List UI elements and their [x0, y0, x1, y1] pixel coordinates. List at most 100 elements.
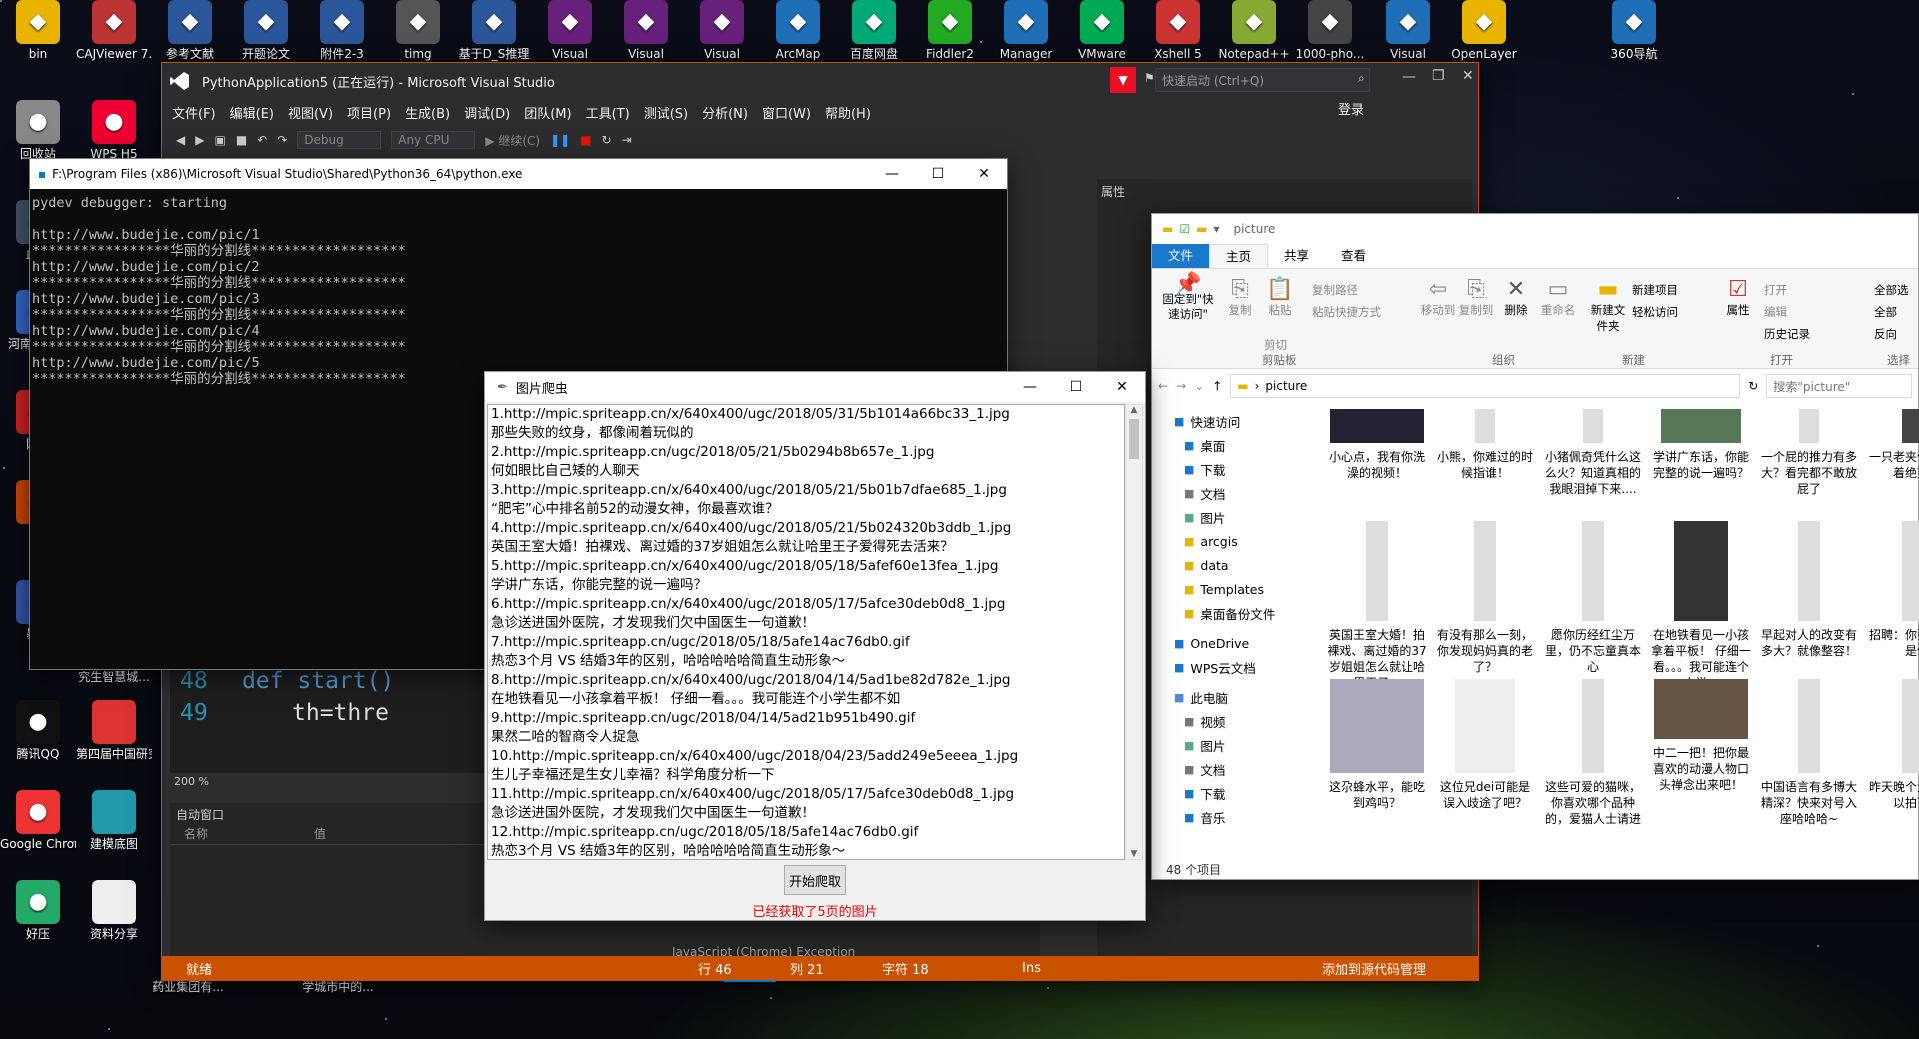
rename-button[interactable]: ▭ 重命名 — [1538, 277, 1578, 318]
desktop-icon[interactable]: 资料分享 — [76, 880, 152, 941]
new-folder-icon[interactable]: ▬ — [1196, 222, 1207, 236]
properties-button[interactable]: ☑ 属性 — [1720, 277, 1756, 318]
desktop-icon[interactable]: ◆ Visual — [608, 0, 684, 61]
desktop-icon[interactable]: ◆ Visual — [1370, 0, 1446, 61]
desktop-icon[interactable]: ◆ ArcMap — [760, 0, 836, 61]
desktop-icon[interactable]: 第四届中国研究生智慧城... — [76, 700, 152, 761]
desktop-icon[interactable]: ◆ 基于D_S推理 — [456, 0, 532, 61]
stop-icon[interactable]: ■ — [580, 133, 591, 147]
forward-icon[interactable]: ▶ — [195, 133, 204, 147]
invert-selection-button[interactable]: 反向 — [1874, 323, 1909, 345]
chevron-down-icon[interactable]: ⌄ — [1194, 379, 1204, 393]
desktop-icon[interactable]: ◆ VMware — [1064, 0, 1140, 61]
history-button[interactable]: 历史记录 — [1764, 323, 1810, 345]
vs-titlebar[interactable]: PythonApplication5 (正在运行) - Microsoft Vi… — [162, 63, 1478, 99]
desktop-icon[interactable]: ◆ 附件2-3 — [304, 0, 380, 61]
close-button[interactable]: ✕ — [961, 159, 1007, 189]
new-item-button[interactable]: 新建项目 — [1632, 279, 1678, 301]
nav-item[interactable]: ■ data — [1152, 553, 1322, 577]
desktop-icon[interactable]: ● 腾讯QQ — [0, 700, 76, 761]
menu-item[interactable]: 生成(B) — [405, 103, 450, 122]
open-button[interactable]: 打开 — [1764, 279, 1810, 301]
close-button[interactable]: ✕ — [1099, 372, 1145, 402]
copy-button[interactable]: ⎘ 复制 — [1222, 277, 1258, 318]
result-scrollbar[interactable]: ▲ ▼ — [1125, 404, 1143, 860]
console-titlebar[interactable]: ▪ F:\Program Files (x86)\Microsoft Visua… — [30, 159, 1007, 189]
file-explorer-window[interactable]: ▬ ☑ ▬ ▾ picture 文件 主页 共享 查看 📌 固定到"快速访问" ⎘ 复制 … — [1151, 213, 1919, 880]
file-item[interactable]: 这尕蜂水平，能吃到鸡吗？ — [1327, 679, 1427, 811]
forward-icon[interactable]: → — [1176, 379, 1186, 393]
nav-item[interactable]: ■ 视频 — [1152, 709, 1322, 733]
scroll-thumb[interactable] — [1129, 419, 1139, 459]
chevron-down-icon[interactable]: ▾ — [1213, 222, 1219, 236]
desktop-icon[interactable]: ● WPS H5 — [76, 100, 152, 161]
quick-launch-input[interactable]: 快速启动 (Ctrl+Q) — [1155, 68, 1370, 92]
scroll-down-icon[interactable]: ▼ — [1126, 849, 1142, 859]
minimize-button[interactable]: — — [1402, 69, 1416, 85]
file-item[interactable]: 愿你历经红尘万里，仍不忘童真本心 — [1543, 521, 1643, 675]
nav-item[interactable]: ■ 桌面备份文件 — [1152, 601, 1322, 625]
up-icon[interactable]: ↑ — [1212, 379, 1222, 393]
desktop-icon[interactable]: ◆ Notepad++ — [1216, 0, 1292, 61]
copy-path-button[interactable]: 复制路径 — [1312, 279, 1381, 301]
desktop-icon[interactable]: ◆ Fiddler2 — [912, 0, 988, 61]
nav-item[interactable]: ■ WPS云文档 — [1152, 655, 1322, 679]
desktop-icon[interactable]: ◆ Visual — [684, 0, 760, 61]
desktop-icon[interactable]: ◆ OpenLayer — [1446, 0, 1522, 61]
file-item[interactable]: 一个屁的推力有多大？看完都不敢放屁了 — [1759, 409, 1859, 497]
nav-item[interactable]: ■ 图片 — [1152, 733, 1322, 757]
file-item[interactable]: 小熊，你难过的时候指谁！ — [1435, 409, 1535, 481]
file-item[interactable]: 英国王室大婚！拍裸戏、离过婚的37岁姐姐怎么就让哈里王子... — [1327, 521, 1427, 691]
desktop-icon[interactable]: ◆ Visual — [532, 0, 608, 61]
menu-item[interactable]: 视图(V) — [288, 103, 333, 122]
menu-item[interactable]: 分析(N) — [702, 103, 748, 122]
nav-item[interactable]: ■ 快速访问 — [1152, 409, 1322, 433]
properties-icon[interactable]: ☑ — [1179, 222, 1190, 236]
nav-item[interactable]: ■ arcgis — [1152, 529, 1322, 553]
file-item[interactable]: 有没有那么一刻，你发现妈妈真的老了？ — [1435, 521, 1535, 675]
desktop-icon[interactable]: ◆ 360导航 — [1596, 0, 1672, 61]
address-bar[interactable]: ▬ › picture — [1230, 374, 1741, 398]
pin-quick-access-button[interactable]: 📌 固定到"快速访问" — [1160, 274, 1216, 322]
restore-button[interactable]: ❐ — [1432, 68, 1445, 84]
notification-icon[interactable]: ⚑ — [1144, 71, 1155, 85]
nav-item[interactable]: ■ 音乐 — [1152, 805, 1322, 829]
result-text-area[interactable]: 1.http://mpic.spriteapp.cn/x/640x400/ugc… — [487, 404, 1125, 860]
back-icon[interactable]: ← — [1158, 379, 1168, 393]
explorer-titlebar[interactable]: ▬ ☑ ▬ ▾ picture — [1152, 214, 1918, 244]
start-crawl-button[interactable]: 开始爬取 — [784, 865, 846, 895]
desktop-icon[interactable]: ◆ 百度网盘 — [836, 0, 912, 61]
restart-icon[interactable]: ↻ — [602, 133, 612, 147]
file-item[interactable]: 昨天晚个大里最终以拍下了 — [1867, 679, 1919, 811]
menu-item[interactable]: 测试(S) — [644, 103, 688, 122]
refresh-icon[interactable]: ↻ — [1748, 379, 1758, 393]
ribbon-tab[interactable]: 查看 — [1325, 244, 1382, 268]
search-input[interactable]: 搜索"picture" — [1766, 374, 1912, 398]
menu-item[interactable]: 调试(D) — [464, 103, 510, 122]
minimize-button[interactable]: — — [869, 159, 915, 189]
file-item[interactable]: 中国语言有多博大精深？快来对号入座哈哈哈~ — [1759, 679, 1859, 827]
desktop-icon[interactable]: ◆ 1000-pho... — [1292, 0, 1368, 61]
desktop-icon[interactable]: ◆ Manager — [988, 0, 1064, 61]
crawler-titlebar[interactable]: ✒ 图片爬虫 — ☐ ✕ — [485, 372, 1145, 402]
desktop-icon[interactable]: ◆ 开题论文 — [228, 0, 304, 61]
file-item[interactable]: 早起对人的改变有多大？就像整容！ — [1759, 521, 1859, 659]
redo-icon[interactable]: ↷ — [277, 133, 287, 147]
save-icon[interactable]: ■ — [236, 133, 247, 147]
nav-item[interactable]: ■ 文档 — [1152, 757, 1322, 781]
file-item[interactable]: 招聘：你要上吗？是像 — [1867, 521, 1919, 659]
ribbon-tab[interactable]: 文件 — [1152, 244, 1210, 268]
platform-dropdown[interactable]: Any CPU — [391, 131, 476, 149]
back-icon[interactable]: ◀ — [176, 133, 185, 147]
menu-item[interactable]: 项目(P) — [347, 103, 391, 122]
nav-item[interactable]: ■ Templates — [1152, 577, 1322, 601]
desktop-icon[interactable]: ◆ CAJViewer 7.2 — [76, 0, 152, 61]
menu-item[interactable]: 文件(F) — [172, 103, 216, 122]
file-item[interactable]: 一只老夹住了玻璃着绝望的 — [1867, 409, 1919, 481]
menu-item[interactable]: 窗口(W) — [762, 103, 811, 122]
paste-button[interactable]: 📋 粘贴 — [1262, 277, 1298, 318]
file-item[interactable]: 这位兄dei可能是误入歧途了吧？ — [1435, 679, 1535, 811]
file-item[interactable]: 小猪佩奇凭什么这么火？知道真相的我眼泪掉下来.... — [1543, 409, 1643, 497]
desktop-icon[interactable]: ● Google Chrome — [0, 790, 76, 851]
delete-button[interactable]: ✕ 删除 — [1498, 277, 1534, 318]
